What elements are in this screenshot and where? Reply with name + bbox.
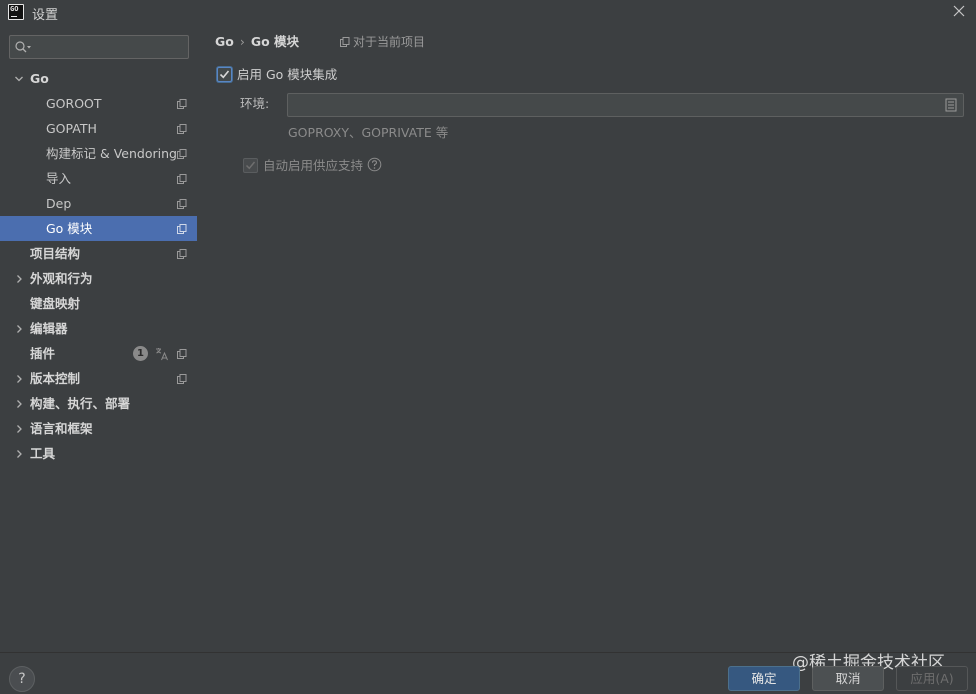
sidebar-item-label: GOPATH	[46, 121, 97, 136]
sidebar-item-build-tags-vendoring[interactable]: 构建标记 & Vendoring	[0, 141, 197, 166]
sidebar-item-plugins[interactable]: 插件 1	[0, 341, 197, 366]
app-icon-text: GO	[10, 5, 19, 13]
sidebar-item-gopath[interactable]: GOPATH	[0, 116, 197, 141]
window-title: 设置	[32, 8, 59, 23]
title-bar: GO 设置	[0, 0, 976, 24]
settings-search-input[interactable]	[9, 35, 189, 59]
chevron-right-icon	[17, 375, 22, 383]
chevron-right-icon	[17, 450, 22, 458]
breadcrumb: Go › Go 模块	[215, 34, 299, 50]
sidebar-item-label: 构建、执行、部署	[30, 396, 131, 411]
sidebar-item-label: 构建标记 & Vendoring	[46, 146, 177, 161]
sidebar-item-label: 项目结构	[30, 246, 81, 261]
dialog-footer: ? @稀土掘金技术社区 确定 取消 应用(A)	[0, 652, 976, 694]
auto-vendoring-checkbox[interactable]	[243, 158, 258, 173]
environment-hint: GOPROXY、GOPRIVATE 等	[288, 125, 449, 140]
sidebar-item-label: 编辑器	[30, 321, 68, 336]
project-scope-icon	[177, 174, 187, 184]
sidebar-item-label: 工具	[30, 446, 56, 461]
sidebar-item-go[interactable]: Go	[0, 66, 197, 91]
breadcrumb-item: Go	[215, 34, 234, 49]
translate-icon	[156, 348, 168, 361]
sidebar-item-label: 键盘映射	[30, 296, 81, 311]
sidebar-item-languages-frameworks[interactable]: 语言和框架	[0, 416, 197, 441]
breadcrumb-separator: ›	[239, 34, 245, 49]
project-scope-icon	[177, 249, 187, 259]
project-scope-icon	[177, 374, 187, 384]
apply-button[interactable]: 应用(A)	[896, 666, 968, 691]
chevron-right-icon	[17, 325, 22, 333]
project-scope-icon	[177, 349, 187, 359]
sidebar-item-label: 语言和框架	[30, 421, 93, 436]
close-icon[interactable]	[951, 3, 967, 19]
sidebar-item-project-structure[interactable]: 项目结构	[0, 241, 197, 266]
sidebar-item-go-modules[interactable]: Go 模块	[0, 216, 197, 241]
sidebar-item-tools[interactable]: 工具	[0, 441, 197, 466]
sidebar-item-appearance-behavior[interactable]: 外观和行为	[0, 266, 197, 291]
help-circle-icon[interactable]	[367, 157, 382, 172]
sidebar-item-label: GOROOT	[46, 96, 102, 111]
project-scope-icon	[177, 99, 187, 109]
checkmark-icon	[219, 70, 230, 79]
environment-label: 环境:	[240, 96, 270, 111]
scope-label: 对于当前项目	[353, 35, 426, 49]
project-scope-icon	[177, 124, 187, 134]
auto-vendoring-label[interactable]: 自动启用供应支持	[263, 158, 363, 174]
project-scope-icon	[177, 224, 187, 234]
sidebar-item-dep[interactable]: Dep	[0, 191, 197, 216]
edit-list-icon[interactable]	[945, 98, 957, 112]
enable-go-modules-label[interactable]: 启用 Go 模块集成	[237, 67, 337, 83]
goland-app-icon: GO	[8, 4, 24, 20]
sidebar-item-label: Go	[30, 71, 49, 86]
chevron-right-icon	[17, 425, 22, 433]
sidebar-item-editor[interactable]: 编辑器	[0, 316, 197, 341]
sidebar-item-version-control[interactable]: 版本控制	[0, 366, 197, 391]
sidebar-item-goroot[interactable]: GOROOT	[0, 91, 197, 116]
chevron-right-icon	[17, 275, 22, 283]
settings-sidebar: Go GOROOT GOPATH 构建标记 & Vendoring 导入 Dep…	[0, 24, 197, 652]
sidebar-item-label: Go 模块	[46, 221, 93, 236]
sidebar-item-label: 插件	[30, 346, 56, 361]
help-button[interactable]: ?	[9, 666, 35, 692]
chevron-down-icon	[15, 76, 23, 82]
enable-go-modules-checkbox[interactable]	[217, 67, 232, 82]
chevron-right-icon	[17, 400, 22, 408]
sidebar-item-label: 导入	[46, 171, 72, 186]
notification-badge: 1	[133, 346, 148, 361]
cancel-button[interactable]: 取消	[812, 666, 884, 691]
settings-content: Go › Go 模块 对于当前项目 启用 Go 模块集成 环境: GOPROXY、G…	[197, 24, 976, 652]
sidebar-item-label: Dep	[46, 196, 72, 211]
project-scope-icon	[340, 37, 350, 47]
environment-input[interactable]	[287, 93, 964, 117]
sidebar-item-label: 外观和行为	[30, 271, 93, 286]
sidebar-item-label: 版本控制	[30, 371, 81, 386]
sidebar-item-imports[interactable]: 导入	[0, 166, 197, 191]
sidebar-item-build-execution-deployment[interactable]: 构建、执行、部署	[0, 391, 197, 416]
ok-button[interactable]: 确定	[728, 666, 800, 691]
breadcrumb-item: Go 模块	[250, 34, 300, 49]
project-scope-icon	[177, 149, 187, 159]
checkmark-icon	[245, 161, 256, 170]
sidebar-item-keymap[interactable]: 键盘映射	[0, 291, 197, 316]
project-scope-icon	[177, 199, 187, 209]
search-icon	[15, 41, 31, 53]
